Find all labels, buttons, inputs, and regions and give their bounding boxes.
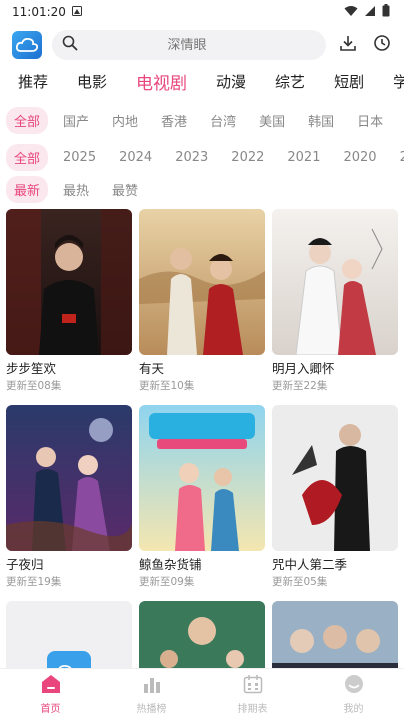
- drama-episode-status: 更新至05集: [272, 576, 328, 588]
- drama-title: 步步笙欢: [6, 361, 57, 376]
- drama-title: 有天: [139, 361, 165, 376]
- drama-episode-status: 更新至22集: [272, 380, 328, 392]
- search-input[interactable]: [88, 37, 316, 53]
- year-chip[interactable]: 2023: [167, 146, 216, 169]
- drama-episode-status: 更新至19集: [6, 576, 62, 588]
- drama-card[interactable]: 有天 更新至10集: [139, 209, 265, 393]
- region-filter-row: 全部 国产 内地 香港 台湾 美国 韩国 日本 法国: [0, 106, 404, 134]
- drama-poster[interactable]: [272, 405, 398, 551]
- battery-icon: [382, 4, 390, 20]
- nav-profile-label: 我的: [343, 704, 364, 715]
- profile-icon: [344, 674, 364, 698]
- wifi-icon: [344, 5, 358, 20]
- year-chip[interactable]: 2025: [55, 146, 104, 169]
- nav-schedule[interactable]: 排期表: [202, 669, 303, 720]
- drama-poster[interactable]: [139, 405, 265, 551]
- top-bar: [0, 24, 404, 66]
- clock-icon: [373, 34, 391, 56]
- nav-schedule-label: 排期表: [237, 704, 268, 715]
- nav-trending-label: 热播榜: [136, 704, 167, 715]
- drama-title: 鲸鱼杂货铺: [139, 557, 202, 572]
- region-chip[interactable]: 法国: [398, 107, 404, 134]
- sort-chip-latest[interactable]: 最新: [6, 175, 49, 203]
- tab-short-drama[interactable]: 短剧: [316, 71, 375, 92]
- history-button[interactable]: [370, 33, 394, 57]
- calendar-icon: [243, 674, 263, 698]
- app-logo[interactable]: [12, 31, 42, 59]
- drama-card[interactable]: 明月入卿怀 更新至22集: [272, 209, 398, 393]
- region-chip[interactable]: 内地: [104, 107, 146, 134]
- nav-trending[interactable]: 热播榜: [101, 669, 202, 720]
- bottom-nav: 首页 热播榜 排期表 我的: [0, 668, 404, 720]
- year-chip[interactable]: 2019: [392, 146, 404, 169]
- drama-poster[interactable]: [139, 209, 265, 355]
- nav-home[interactable]: 首页: [0, 669, 101, 720]
- tab-anime[interactable]: 动漫: [198, 71, 257, 92]
- download-icon: [339, 34, 357, 56]
- drama-poster[interactable]: [272, 209, 398, 355]
- tab-tv-series[interactable]: 电视剧: [118, 69, 198, 94]
- drama-card[interactable]: 咒中人第二季 更新至05集: [272, 405, 398, 589]
- drama-card[interactable]: 步步笙欢 更新至08集: [6, 209, 132, 393]
- year-chip[interactable]: 2022: [223, 146, 272, 169]
- region-chip[interactable]: 香港: [153, 107, 195, 134]
- drama-episode-status: 更新至08集: [6, 380, 62, 392]
- download-button[interactable]: [336, 33, 360, 57]
- drama-card[interactable]: 鲸鱼杂货铺 更新至09集: [139, 405, 265, 589]
- year-filter-row: 全部 2025 2024 2023 2022 2021 2020 2019: [0, 143, 404, 171]
- region-chip[interactable]: 日本: [349, 107, 391, 134]
- drama-episode-status: 更新至10集: [139, 380, 195, 392]
- sort-filter-row: 最新 最热 最赞: [0, 175, 404, 203]
- nav-home-label: 首页: [40, 704, 61, 715]
- nav-profile[interactable]: 我的: [303, 669, 404, 720]
- region-chip[interactable]: 国产: [55, 107, 97, 134]
- status-time: 11:01:20: [12, 5, 66, 19]
- status-bar: 11:01:20: [0, 0, 404, 24]
- sort-chip-hottest[interactable]: 最热: [55, 176, 97, 203]
- sort-chip-most-liked[interactable]: 最赞: [104, 176, 146, 203]
- drama-card[interactable]: 子夜归 更新至19集: [6, 405, 132, 589]
- drama-title: 明月入卿怀: [272, 361, 335, 376]
- drama-episode-status: 更新至09集: [139, 576, 195, 588]
- year-chip[interactable]: 2020: [335, 146, 384, 169]
- notification-icon: [71, 5, 82, 19]
- tab-study[interactable]: 学: [375, 71, 404, 92]
- region-chip-all[interactable]: 全部: [6, 106, 49, 134]
- tab-recommend[interactable]: 推荐: [0, 71, 59, 92]
- tab-variety[interactable]: 综艺: [257, 71, 316, 92]
- tab-movie[interactable]: 电影: [59, 71, 118, 92]
- year-chip[interactable]: 2021: [279, 146, 328, 169]
- year-chip-all[interactable]: 全部: [6, 143, 49, 171]
- chart-icon: [142, 674, 162, 698]
- drama-title: 子夜归: [6, 557, 44, 572]
- year-chip[interactable]: 2024: [111, 146, 160, 169]
- drama-poster[interactable]: [6, 405, 132, 551]
- search-icon: [62, 35, 78, 55]
- home-icon: [41, 674, 61, 698]
- category-tabs: 推荐 电影 电视剧 动漫 综艺 短剧 学: [0, 66, 404, 96]
- search-bar[interactable]: [52, 30, 326, 60]
- region-chip[interactable]: 韩国: [300, 107, 342, 134]
- drama-poster[interactable]: [6, 209, 132, 355]
- region-chip[interactable]: 台湾: [202, 107, 244, 134]
- region-chip[interactable]: 美国: [251, 107, 293, 134]
- drama-title: 咒中人第二季: [272, 557, 348, 572]
- signal-icon: [364, 5, 376, 20]
